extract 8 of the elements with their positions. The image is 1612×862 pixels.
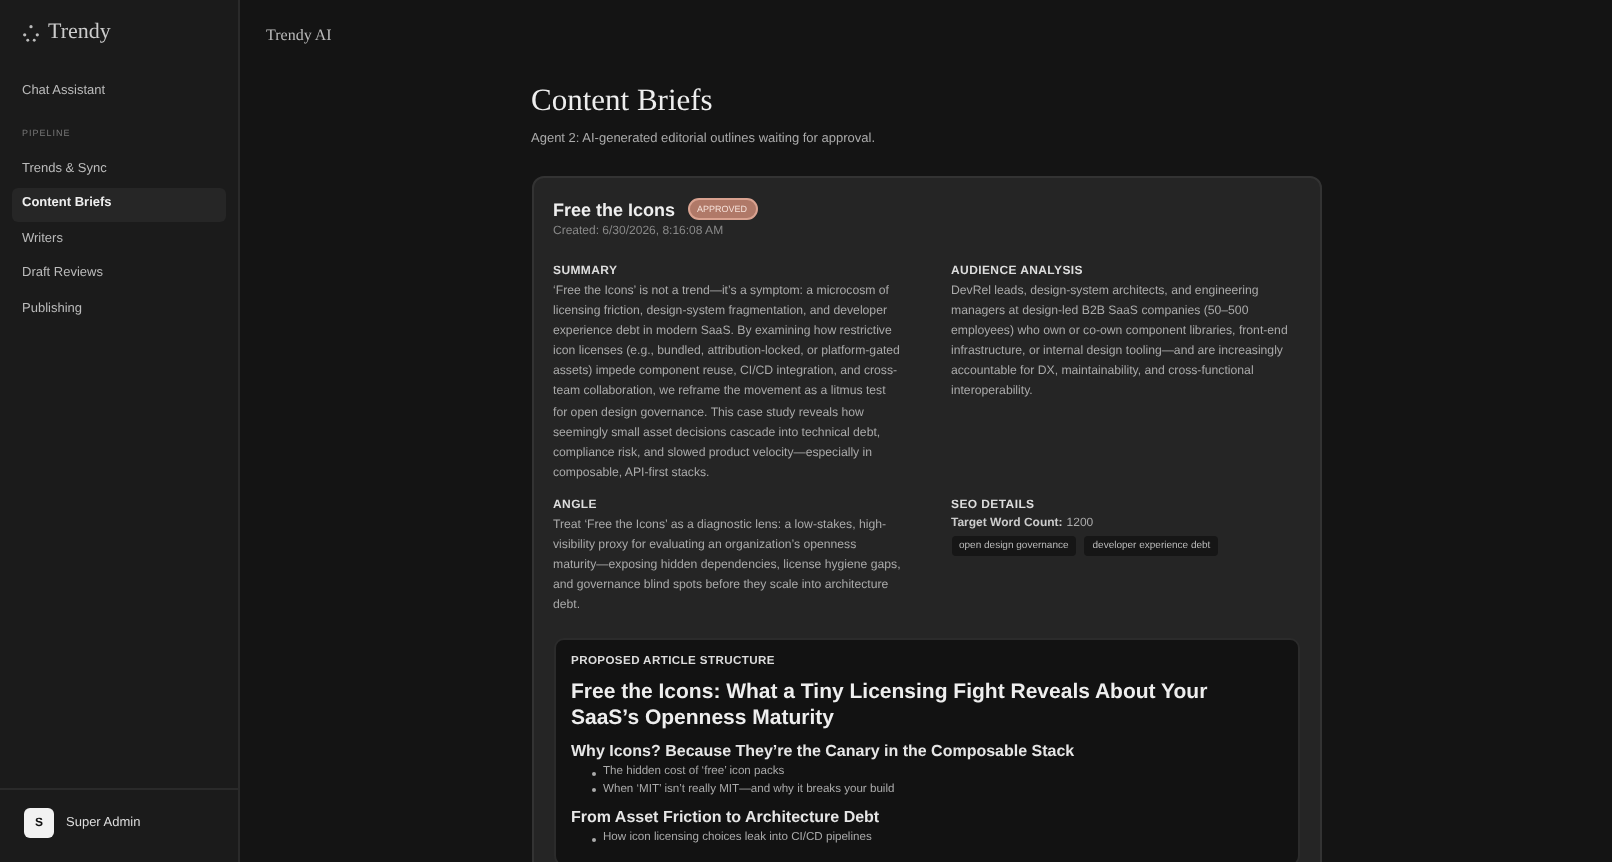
article-title: Free the Icons: What a Tiny Licensing Fight Reveals About Your SaaS’s Openness Maturity <box>571 680 1210 733</box>
header-title: Trendy AI <box>266 26 332 44</box>
section-title: From Asset Friction to Architecture Debt <box>571 808 882 827</box>
brief-title: Free the Icons <box>553 199 676 219</box>
section-title: Why Icons? Because They’re the Canary in the Composable Stack <box>571 742 1077 761</box>
app-logo: Trendy <box>48 20 111 44</box>
sparkle-icon <box>22 23 40 41</box>
page-title: Content Briefs <box>531 84 715 120</box>
